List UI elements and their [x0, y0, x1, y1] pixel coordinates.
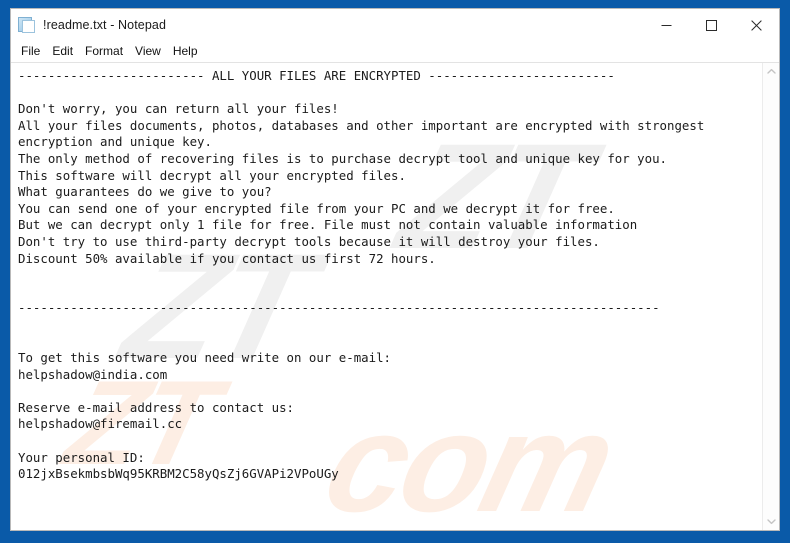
- menu-item-file[interactable]: File: [15, 43, 46, 60]
- vertical-scrollbar[interactable]: [762, 63, 779, 530]
- window-title: !readme.txt - Notepad: [43, 18, 166, 32]
- desktop-background: !readme.txt - Notepad File Edit Format V…: [0, 0, 790, 543]
- maximize-button[interactable]: [689, 9, 734, 41]
- editor-area: ZT ZT com ZT ------------------------- A…: [11, 62, 779, 530]
- notepad-document-icon: [18, 16, 36, 34]
- notepad-window: !readme.txt - Notepad File Edit Format V…: [10, 8, 780, 531]
- menu-item-help[interactable]: Help: [167, 43, 204, 60]
- chevron-down-icon: [766, 519, 776, 525]
- minimize-icon: [661, 24, 672, 26]
- menu-bar: File Edit Format View Help: [11, 41, 779, 62]
- scrollbar-down-arrow[interactable]: [763, 513, 780, 530]
- maximize-icon: [706, 19, 717, 31]
- menu-item-edit[interactable]: Edit: [46, 43, 79, 60]
- window-controls: [644, 9, 779, 41]
- close-icon: [751, 19, 762, 31]
- minimize-button[interactable]: [644, 9, 689, 41]
- scrollbar-track[interactable]: [762, 80, 779, 513]
- text-editor[interactable]: ZT ZT com ZT ------------------------- A…: [11, 63, 762, 530]
- menu-item-view[interactable]: View: [129, 43, 167, 60]
- menu-item-format[interactable]: Format: [79, 43, 129, 60]
- ransom-note-text: ------------------------- ALL YOUR FILES…: [18, 68, 705, 482]
- close-button[interactable]: [734, 9, 779, 41]
- title-bar[interactable]: !readme.txt - Notepad: [11, 9, 779, 41]
- scrollbar-up-arrow[interactable]: [763, 63, 780, 80]
- chevron-up-icon: [766, 68, 776, 74]
